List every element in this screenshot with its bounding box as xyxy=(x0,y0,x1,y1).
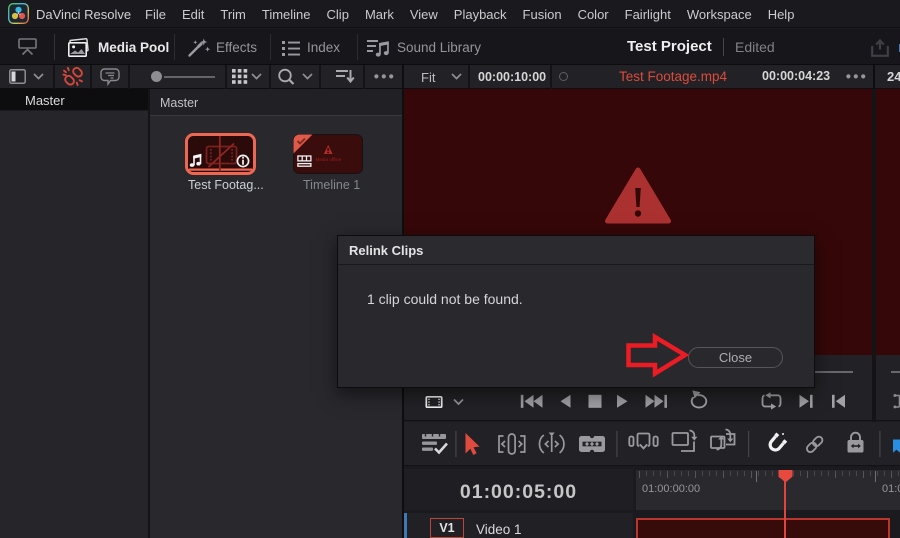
svg-text:Media offline: Media offline xyxy=(316,157,342,162)
